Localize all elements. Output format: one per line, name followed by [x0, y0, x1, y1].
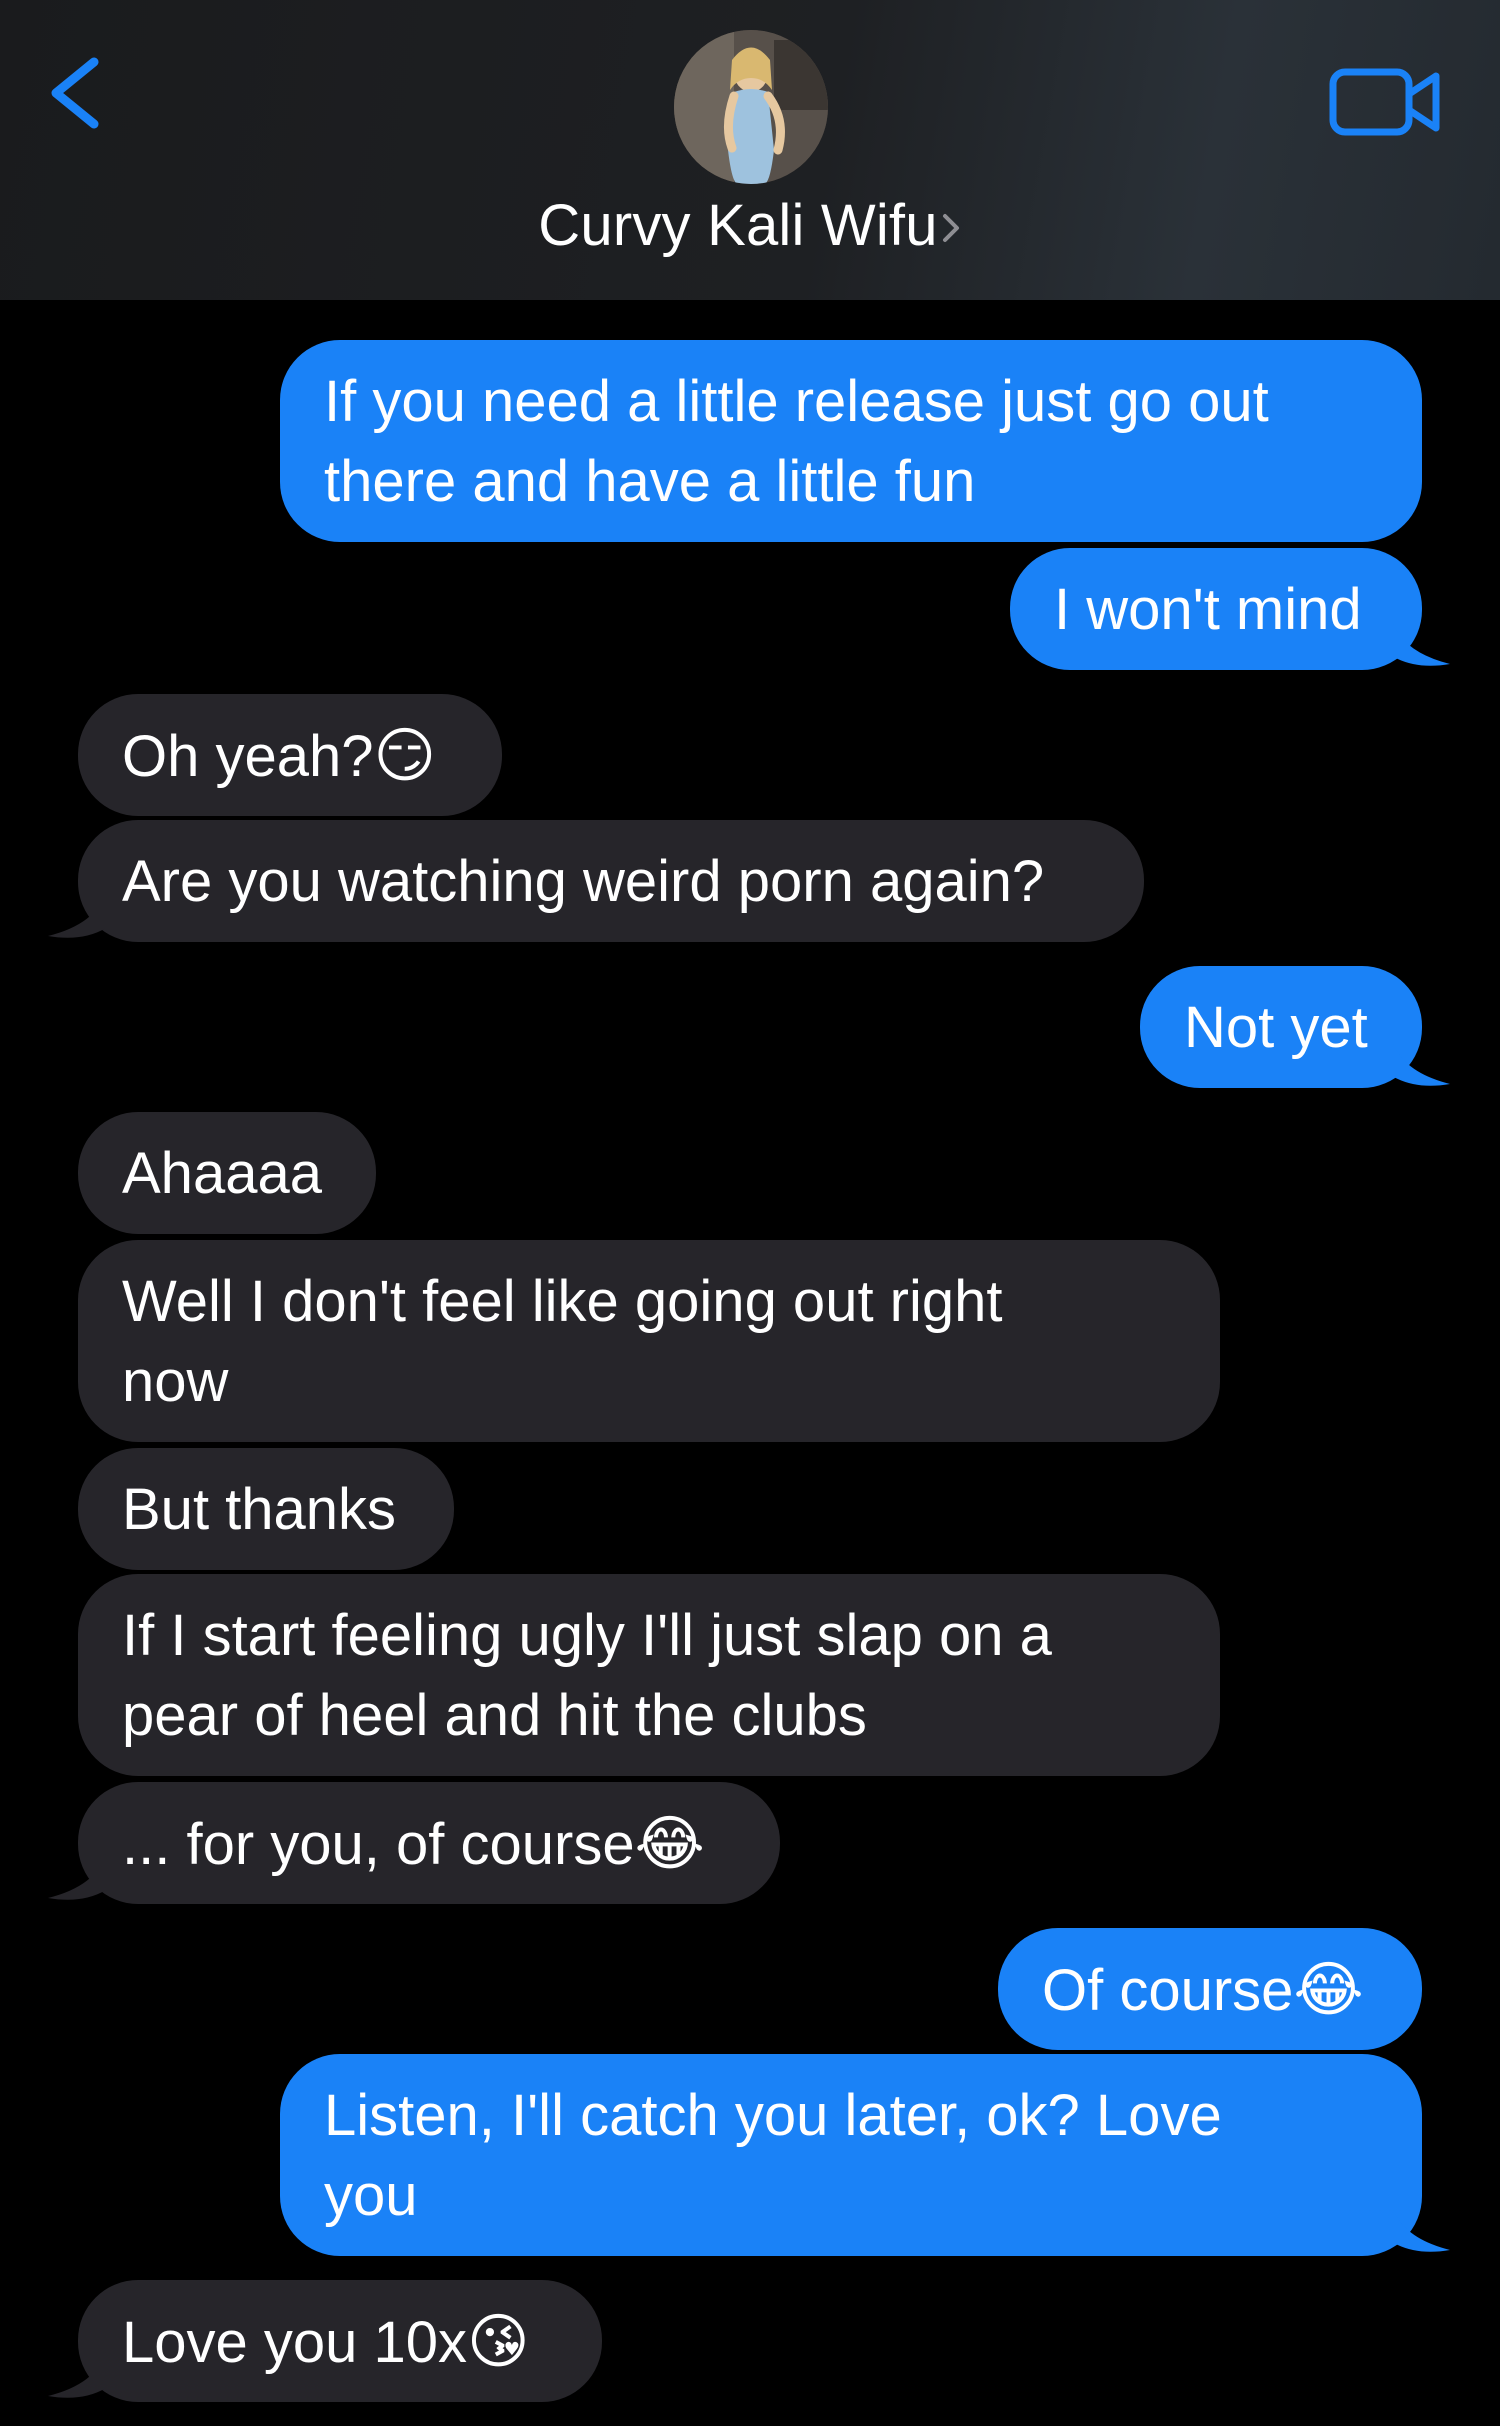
- message-bubble-sent[interactable]: Listen, I'll catch you later, ok? Love y…: [280, 2054, 1422, 2256]
- message-text-line: pear of heel and hit the clubs: [122, 1683, 867, 1748]
- sent-bubble-tail: [1392, 1040, 1450, 1086]
- message-bubble-received[interactable]: ... for you, of course😂: [78, 1782, 780, 1904]
- tears-of-joy-emoji: 😂: [1293, 1956, 1364, 2023]
- message-bubble-received[interactable]: If I start feeling ugly I'll just slap o…: [78, 1574, 1220, 1776]
- message-text-line: If I start feeling ugly I'll just slap o…: [122, 1603, 1052, 1668]
- conversation-header: Curvy Kali Wifu: [0, 0, 1500, 300]
- contact-avatar[interactable]: [674, 30, 828, 184]
- message-text-line: now: [122, 1349, 229, 1414]
- received-bubble-tail: [48, 1854, 106, 1900]
- received-bubble-tail: [48, 2352, 106, 2398]
- message-bubble-received[interactable]: Ahaaaa: [78, 1112, 376, 1234]
- avatar-photo: [674, 30, 828, 184]
- message-text: Ahaaaa: [122, 1141, 322, 1206]
- tears-of-joy-emoji: 😂: [634, 1810, 705, 1877]
- message-bubble-received[interactable]: Are you watching weird porn again?: [78, 820, 1144, 942]
- message-text: Not yet: [1184, 995, 1368, 1060]
- sent-bubble-tail: [1392, 2206, 1450, 2252]
- smirk-emoji: 😏: [373, 722, 437, 789]
- message-bubble-received[interactable]: Well I don't feel like going out right n…: [78, 1240, 1220, 1442]
- message-text: Love you 10x: [122, 2310, 468, 2375]
- message-text-line: Listen, I'll catch you later, ok? Love: [324, 2083, 1222, 2148]
- message-text: Oh yeah?: [122, 724, 374, 789]
- message-bubble-received[interactable]: Oh yeah?😏: [78, 694, 502, 816]
- video-camera-icon[interactable]: [1328, 62, 1444, 142]
- kissing-face-emoji: 😘: [467, 2308, 530, 2375]
- message-bubble-received[interactable]: Love you 10x😘: [78, 2280, 602, 2402]
- back-chevron-icon[interactable]: [42, 48, 112, 138]
- received-bubble-tail: [48, 892, 106, 938]
- message-text-line: you: [324, 2163, 418, 2228]
- message-text-line: there and have a little fun: [324, 449, 976, 514]
- message-text-line: If you need a little release just go out: [324, 369, 1269, 434]
- chevron-right-icon: [942, 214, 959, 242]
- sent-bubble-tail: [1392, 620, 1450, 666]
- message-bubble-sent[interactable]: I won't mind: [1010, 548, 1422, 670]
- message-text: I won't mind: [1054, 577, 1362, 642]
- message-bubble-sent[interactable]: Not yet: [1140, 966, 1422, 1088]
- contact-name-button[interactable]: Curvy Kali Wifu: [0, 192, 1500, 259]
- message-text: ... for you, of course: [122, 1812, 635, 1877]
- message-text: But thanks: [122, 1477, 397, 1542]
- message-text: Of course: [1042, 1958, 1294, 2023]
- message-text-line: Well I don't feel like going out right: [122, 1269, 1003, 1334]
- message-bubble-sent[interactable]: If you need a little release just go out…: [280, 340, 1422, 542]
- contact-name: Curvy Kali Wifu: [538, 193, 938, 258]
- message-bubble-received[interactable]: But thanks: [78, 1448, 454, 1570]
- message-bubble-sent[interactable]: Of course😂: [998, 1928, 1422, 2050]
- message-text: Are you watching weird porn again?: [122, 849, 1045, 914]
